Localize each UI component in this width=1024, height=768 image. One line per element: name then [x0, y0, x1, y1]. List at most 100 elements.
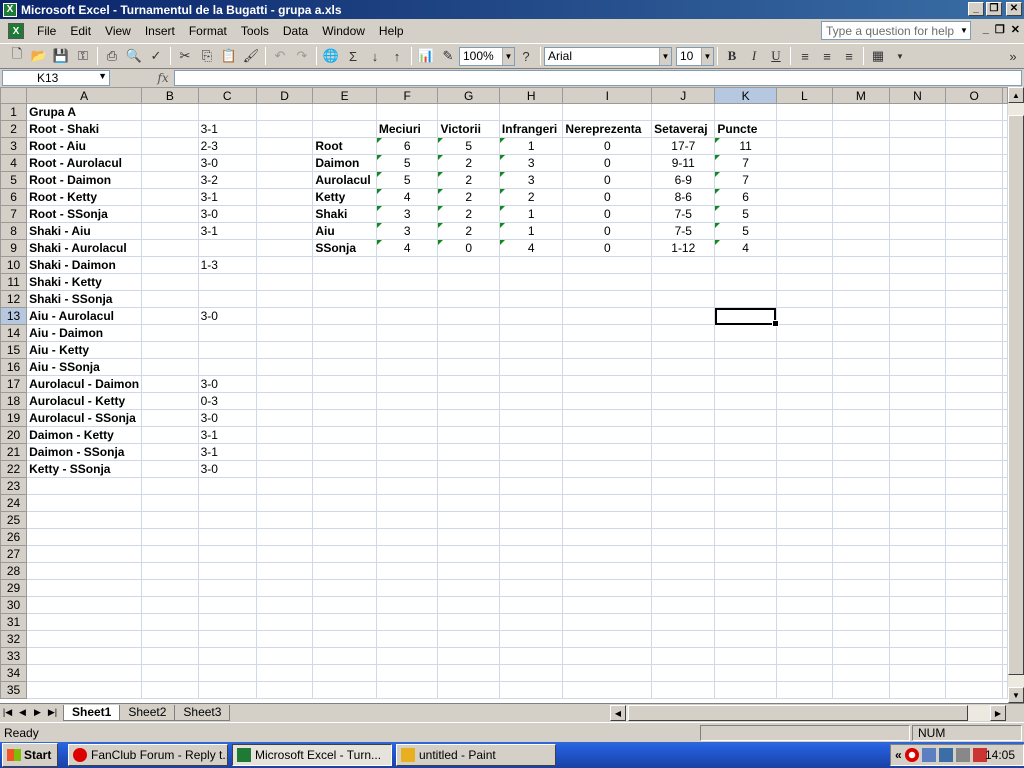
cell-c8[interactable]: 3-1: [197, 222, 257, 240]
row-header-27[interactable]: 27: [0, 545, 28, 563]
cell-g20[interactable]: [437, 426, 500, 444]
workbook-close-button[interactable]: ✕: [1011, 23, 1020, 36]
cell-d16[interactable]: [255, 358, 314, 376]
cell-n12[interactable]: [888, 290, 947, 308]
cell-n9[interactable]: [888, 239, 947, 257]
row-header-1[interactable]: 1: [0, 103, 28, 121]
cell-e10[interactable]: [312, 256, 377, 274]
cell-b34[interactable]: [141, 664, 199, 682]
cell-l23[interactable]: [775, 477, 834, 495]
cell-l9[interactable]: [775, 239, 834, 257]
taskbar-item[interactable]: untitled - Paint: [396, 744, 556, 766]
cell-c33[interactable]: [197, 647, 257, 665]
cell-d32[interactable]: [255, 630, 314, 648]
cell-e18[interactable]: [312, 392, 377, 410]
bold-button[interactable]: B: [721, 45, 743, 67]
cell-a15[interactable]: Aiu - Ketty: [26, 341, 143, 359]
cell-e5[interactable]: Aurolacul: [312, 171, 377, 189]
cell-d5[interactable]: [255, 171, 314, 189]
cell-d17[interactable]: [255, 375, 314, 393]
cell-m10[interactable]: [832, 256, 890, 274]
cell-h30[interactable]: [498, 596, 564, 614]
cell-o19[interactable]: [945, 409, 1003, 427]
cell-f31[interactable]: [375, 613, 439, 631]
cell-k26[interactable]: [714, 528, 777, 546]
cell-h13[interactable]: [498, 307, 564, 325]
cell-h1[interactable]: [498, 103, 564, 121]
cell-d28[interactable]: [255, 562, 314, 580]
cell-g21[interactable]: [437, 443, 500, 461]
cell-d6[interactable]: [255, 188, 314, 206]
cell-n23[interactable]: [888, 477, 947, 495]
cell-c28[interactable]: [197, 562, 257, 580]
cell-k3[interactable]: 11: [714, 137, 777, 155]
new-file-icon[interactable]: 🗋: [6, 45, 28, 67]
cell-c2[interactable]: 3-1: [197, 120, 257, 138]
cell-k13[interactable]: [714, 307, 780, 328]
cell-e14[interactable]: [312, 324, 377, 342]
cell-j32[interactable]: [651, 630, 716, 648]
cell-m24[interactable]: [832, 494, 890, 512]
cell-b23[interactable]: [141, 477, 199, 495]
cell-j5[interactable]: 6-9: [651, 171, 716, 189]
cell-o27[interactable]: [945, 545, 1003, 563]
chevron-down-icon[interactable]: ▼: [659, 47, 671, 65]
cell-k7[interactable]: 5: [714, 205, 777, 223]
cell-b6[interactable]: [141, 188, 199, 206]
cell-c27[interactable]: [197, 545, 257, 563]
cell-a27[interactable]: [26, 545, 143, 563]
row-header-33[interactable]: 33: [0, 647, 28, 665]
open-folder-icon[interactable]: 📂: [28, 45, 50, 67]
cell-m18[interactable]: [832, 392, 890, 410]
cell-n13[interactable]: [888, 307, 947, 325]
cell-k24[interactable]: [714, 494, 777, 512]
cell-a18[interactable]: Aurolacul - Ketty: [26, 392, 143, 410]
select-all-corner[interactable]: [0, 87, 28, 104]
menu-window[interactable]: Window: [315, 24, 372, 38]
cell-n4[interactable]: [888, 154, 947, 172]
cell-d29[interactable]: [255, 579, 314, 597]
underline-button[interactable]: U: [765, 45, 787, 67]
row-header-19[interactable]: 19: [0, 409, 28, 427]
cell-j15[interactable]: [651, 341, 716, 359]
cell-f15[interactable]: [375, 341, 439, 359]
row-header-13[interactable]: 13: [0, 307, 28, 325]
cell-l6[interactable]: [775, 188, 834, 206]
cell-f24[interactable]: [375, 494, 439, 512]
cell-j13[interactable]: [651, 307, 716, 325]
taskbar-item[interactable]: Microsoft Excel - Turn...: [232, 744, 392, 766]
cell-i7[interactable]: 0: [562, 205, 653, 223]
cell-n35[interactable]: [888, 681, 947, 699]
cell-g6[interactable]: 2: [437, 188, 500, 206]
cell-m35[interactable]: [832, 681, 890, 699]
cell-l18[interactable]: [775, 392, 834, 410]
cell-k19[interactable]: [714, 409, 777, 427]
cell-o15[interactable]: [945, 341, 1003, 359]
cell-d4[interactable]: [255, 154, 314, 172]
cell-j9[interactable]: 1-12: [651, 239, 716, 257]
cell-o25[interactable]: [945, 511, 1003, 529]
cell-f7[interactable]: 3: [375, 205, 439, 223]
cell-j1[interactable]: [651, 103, 716, 121]
cell-e9[interactable]: SSonja: [312, 239, 377, 257]
align-left-icon[interactable]: ≡: [794, 45, 816, 67]
row-header-3[interactable]: 3: [0, 137, 28, 155]
cell-a35[interactable]: [26, 681, 143, 699]
cell-a20[interactable]: Daimon - Ketty: [26, 426, 143, 444]
cell-d1[interactable]: [255, 103, 314, 121]
cell-f20[interactable]: [375, 426, 439, 444]
workbook-icon[interactable]: X: [8, 23, 24, 39]
cell-e4[interactable]: Daimon: [312, 154, 377, 172]
cell-m28[interactable]: [832, 562, 890, 580]
menu-insert[interactable]: Insert: [138, 24, 182, 38]
cell-a25[interactable]: [26, 511, 143, 529]
cell-m17[interactable]: [832, 375, 890, 393]
worksheet-grid[interactable]: ABCDEFGHIJKLMNO 1 Grupa A 2 Root - Shaki 3-1…: [0, 87, 1008, 703]
cell-i18[interactable]: [562, 392, 653, 410]
help-icon[interactable]: ?: [515, 45, 537, 67]
cell-n15[interactable]: [888, 341, 947, 359]
cell-g8[interactable]: 2: [437, 222, 500, 240]
cell-g12[interactable]: [437, 290, 500, 308]
cell-n8[interactable]: [888, 222, 947, 240]
cell-k30[interactable]: [714, 596, 777, 614]
